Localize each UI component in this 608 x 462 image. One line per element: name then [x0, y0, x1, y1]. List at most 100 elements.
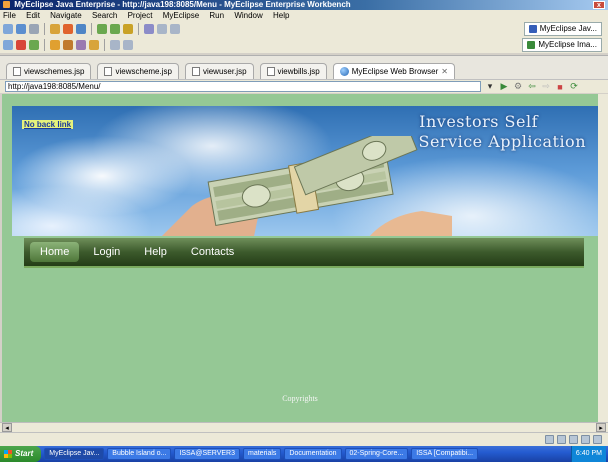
open-type-icon[interactable] — [50, 24, 60, 34]
menu-project[interactable]: Project — [128, 11, 153, 20]
vertical-scrollbar[interactable] — [598, 94, 608, 422]
class-icon[interactable] — [76, 40, 86, 50]
next-edit-icon[interactable] — [123, 40, 133, 50]
menu-edit[interactable]: Edit — [26, 11, 40, 20]
main-toolbar: MyEclipse Jav... — [0, 21, 608, 37]
task-documentation[interactable]: Documentation — [284, 448, 342, 460]
stop-icon[interactable] — [16, 40, 26, 50]
status-icon[interactable] — [593, 435, 602, 444]
scroll-right-icon[interactable]: ▸ — [596, 423, 606, 432]
close-tab-icon[interactable]: ✕ — [441, 64, 448, 79]
package-icon[interactable] — [63, 40, 73, 50]
jsp-file-icon — [266, 67, 275, 76]
nav-login[interactable]: Login — [83, 242, 130, 262]
task-issa-server[interactable]: ISSA@SERVER3 — [174, 448, 241, 460]
menu-window[interactable]: Window — [234, 11, 262, 20]
task-materials[interactable]: materials — [243, 448, 282, 460]
window-title: MyEclipse Java Enterprise - http://java1… — [14, 0, 351, 9]
editor-tabs: viewschemes.jsp viewscheme.jsp viewuser.… — [0, 55, 608, 79]
globe-icon — [339, 67, 349, 76]
url-input[interactable]: http://java198:8085/Menu/ — [5, 81, 481, 92]
start-button[interactable]: Start — [0, 446, 42, 462]
windows-taskbar: Start MyEclipse Jav... Bubble Island o..… — [0, 446, 608, 462]
prev-edit-icon[interactable] — [110, 40, 120, 50]
menu-run[interactable]: Run — [209, 11, 224, 20]
site-navbar: Home Login Help Contacts — [24, 238, 584, 268]
tab-viewuser[interactable]: viewuser.jsp — [184, 63, 254, 79]
status-icon[interactable] — [569, 435, 578, 444]
save-icon[interactable] — [16, 24, 26, 34]
menu-help[interactable]: Help — [273, 11, 289, 20]
search-icon[interactable] — [144, 24, 154, 34]
forward-icon[interactable] — [170, 24, 180, 34]
menu-myeclipse[interactable]: MyEclipse — [163, 11, 199, 20]
browser-address-bar: http://java198:8085/Menu/ ▾ ▶ ⚙ ⇦ ⇨ ■ ⟳ — [0, 79, 608, 93]
scroll-left-icon[interactable]: ◂ — [2, 423, 12, 432]
task-spring-core[interactable]: 02-Spring-Core... — [344, 448, 409, 460]
tab-viewbills[interactable]: viewbills.jsp — [259, 63, 327, 79]
tab-web-browser[interactable]: MyEclipse Web Browser ✕ — [332, 63, 455, 79]
status-icon[interactable] — [545, 435, 554, 444]
menu-search[interactable]: Search — [92, 11, 117, 20]
menu-navigate[interactable]: Navigate — [50, 11, 82, 20]
menu-bar: File Edit Navigate Search Project MyEcli… — [0, 10, 608, 21]
settings-icon[interactable]: ⚙ — [513, 81, 523, 92]
browser-viewport: No back link Investors Self Service Appl… — [2, 94, 598, 422]
perspective-icon — [527, 41, 536, 49]
external-tools-icon[interactable] — [123, 24, 133, 34]
run-icon[interactable] — [97, 24, 107, 34]
back-link[interactable]: No back link — [22, 120, 74, 129]
run-server-icon[interactable] — [29, 40, 39, 50]
tab-label: viewbills.jsp — [277, 67, 320, 76]
headline-line-1: Investors Self — [419, 112, 538, 131]
perspective-icon — [528, 25, 537, 33]
money-hand-image — [162, 136, 452, 236]
toolbar-separator — [91, 23, 92, 35]
dropdown-icon[interactable]: ▾ — [485, 81, 495, 92]
back-arrow-icon[interactable]: ⇦ — [527, 81, 537, 92]
debug-icon[interactable] — [110, 24, 120, 34]
perspective-label: MyEclipse Jav... — [539, 24, 597, 33]
menu-file[interactable]: File — [3, 11, 16, 20]
windows-flag-icon — [4, 450, 12, 458]
jsp-file-icon — [104, 67, 113, 76]
toolbar-separator — [44, 39, 45, 51]
copyright-text: Copyrights — [282, 394, 318, 403]
perspective-myeclipse-image[interactable]: MyEclipse Ima... — [522, 38, 602, 52]
folder-icon[interactable] — [50, 40, 60, 50]
window-titlebar: MyEclipse Java Enterprise - http://java1… — [0, 0, 608, 10]
go-icon[interactable]: ▶ — [499, 81, 509, 92]
horizontal-scrollbar[interactable]: ◂ ▸ — [0, 422, 608, 432]
tab-label: viewschemes.jsp — [24, 67, 85, 76]
status-icon[interactable] — [557, 435, 566, 444]
toolbar-separator — [104, 39, 105, 51]
task-myeclipse[interactable]: MyEclipse Jav... — [44, 448, 105, 460]
toolbar-separator — [138, 23, 139, 35]
stop-icon[interactable]: ■ — [555, 82, 565, 92]
task-bubble-island[interactable]: Bubble Island o... — [107, 448, 172, 460]
status-icon[interactable] — [581, 435, 590, 444]
print-icon[interactable] — [29, 24, 39, 34]
close-button[interactable]: x — [593, 1, 605, 9]
deploy-icon[interactable] — [63, 24, 73, 34]
forward-arrow-icon[interactable]: ⇨ — [541, 81, 551, 92]
new-wizard-icon[interactable] — [3, 40, 13, 50]
tab-viewscheme[interactable]: viewscheme.jsp — [97, 63, 179, 79]
refresh-icon[interactable]: ⟳ — [569, 81, 579, 92]
annotation-icon[interactable] — [89, 40, 99, 50]
jsp-file-icon — [13, 67, 21, 76]
tab-viewschemes[interactable]: viewschemes.jsp — [6, 63, 92, 79]
nav-contacts[interactable]: Contacts — [181, 242, 244, 262]
task-issa-compat[interactable]: ISSA [Compatibi... — [411, 448, 479, 460]
system-clock[interactable]: 6:40 PM — [570, 446, 606, 462]
new-icon[interactable] — [3, 24, 13, 34]
jsp-file-icon — [191, 67, 200, 76]
nav-home[interactable]: Home — [30, 242, 80, 262]
nav-help[interactable]: Help — [134, 242, 177, 262]
perspective-label: MyEclipse Ima... — [538, 40, 597, 49]
status-icons — [545, 435, 602, 444]
start-label: Start — [15, 449, 34, 458]
perspective-myeclipse-java[interactable]: MyEclipse Jav... — [523, 22, 602, 36]
server-icon[interactable] — [76, 24, 86, 34]
back-icon[interactable] — [157, 24, 167, 34]
